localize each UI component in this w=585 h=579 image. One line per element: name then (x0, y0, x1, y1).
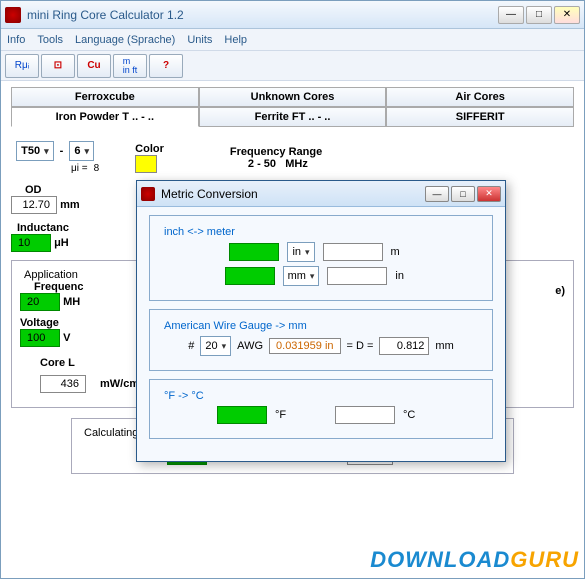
minimize-button[interactable]: — (498, 6, 524, 24)
inch-meter-legend: inch <-> meter (160, 226, 239, 238)
dialog-minimize-button[interactable]: — (425, 186, 449, 202)
awg-inches-output: 0.031959 in (269, 338, 341, 354)
tool-help-icon[interactable]: ? (149, 54, 183, 78)
dialog-title: Metric Conversion (161, 187, 423, 201)
fahrenheit-input[interactable] (217, 406, 267, 424)
celsius-output (335, 406, 395, 424)
mu-value: 8 (94, 163, 100, 174)
awg-fieldset: American Wire Gauge -> mm # 20 AWG 0.031… (149, 309, 493, 371)
temp-fieldset: °F -> °C °F °C (149, 379, 493, 439)
menu-info[interactable]: Info (7, 34, 25, 46)
dialog-close-button[interactable]: ✕ (477, 186, 501, 202)
toolbar: Rμᵢ ⊡ Cu m in ft ? (1, 51, 584, 81)
inductance-input[interactable]: 10 (11, 234, 51, 252)
awg-select[interactable]: 20 (200, 336, 231, 356)
inductance-unit: μH (54, 237, 69, 249)
tool-units-icon[interactable]: m in ft (113, 54, 147, 78)
dash-label: - (60, 145, 64, 157)
tab-sifferit[interactable]: SIFFERIT (386, 107, 574, 127)
app-icon (5, 7, 21, 23)
od-unit: mm (60, 199, 80, 211)
tab-unknown-cores[interactable]: Unknown Cores (199, 87, 387, 107)
maximize-button[interactable]: □ (526, 6, 552, 24)
menu-units[interactable]: Units (187, 34, 212, 46)
menubar: Info Tools Language (Sprache) Units Help (1, 29, 584, 51)
tab-iron-powder[interactable]: Iron Powder T .. - .. (11, 107, 199, 127)
core-material-select[interactable]: 6 (69, 141, 94, 161)
dialog-titlebar: Metric Conversion — □ ✕ (137, 181, 505, 207)
app-right-fragment: e) (555, 285, 565, 297)
freq-range-unit: MHz (285, 158, 308, 170)
menu-tools[interactable]: Tools (37, 34, 63, 46)
watermark: DOWNLOADGURU (370, 547, 579, 573)
inch-unit-select[interactable]: in (287, 242, 314, 262)
close-button[interactable]: ✕ (554, 6, 580, 24)
dialog-maximize-button[interactable]: □ (451, 186, 475, 202)
dialog-icon (141, 187, 155, 201)
titlebar: mini Ring Core Calculator 1.2 — □ ✕ (1, 1, 584, 29)
menu-language[interactable]: Language (Sprache) (75, 34, 175, 46)
watermark-t2: GURU (510, 547, 579, 572)
tabs-sub: Iron Powder T .. - .. Ferrite FT .. - ..… (11, 107, 574, 127)
awg-mm-output: 0.812 (379, 337, 429, 355)
metric-conversion-dialog: Metric Conversion — □ ✕ inch <-> meter i… (136, 180, 506, 462)
color-swatch (135, 155, 157, 173)
od-value: 12.70 (11, 196, 57, 214)
awg-legend: American Wire Gauge -> mm (160, 320, 311, 332)
awg-mm-unit: mm (435, 340, 453, 352)
core-type-select[interactable]: T50 (16, 141, 54, 161)
meter-unit: m (391, 246, 413, 258)
coreline-label: Core L (40, 357, 75, 369)
inductance-label: Inductanc (17, 222, 69, 234)
fahrenheit-unit: °F (275, 409, 297, 421)
mm-unit-select[interactable]: mm (283, 266, 320, 286)
app-freq-label: Frequenc (34, 281, 84, 293)
dialog-body: inch <-> meter in m mm in American Wire … (137, 207, 505, 461)
watermark-t1: DOWNLOAD (370, 547, 510, 572)
awg-hash: # (188, 340, 194, 352)
tool-calculator-icon[interactable]: Rμᵢ (5, 54, 39, 78)
application-legend: Application (20, 269, 82, 281)
inch-unit: in (395, 270, 417, 282)
meter-output (323, 243, 383, 261)
temp-legend: °F -> °C (160, 390, 208, 402)
mu-label: μi = (71, 163, 88, 174)
inch-output (327, 267, 387, 285)
color-label: Color (135, 143, 164, 155)
mm-input[interactable] (225, 267, 275, 285)
tab-air-cores[interactable]: Air Cores (386, 87, 574, 107)
menu-help[interactable]: Help (224, 34, 247, 46)
app-volt-label: Voltage (20, 317, 84, 329)
awg-eq-label: = D = (347, 340, 374, 352)
awg-label: AWG (237, 340, 263, 352)
od-label: OD (25, 184, 80, 196)
tool-cu-icon[interactable]: Cu (77, 54, 111, 78)
tab-ferrite[interactable]: Ferrite FT .. - .. (199, 107, 387, 127)
inch-meter-fieldset: inch <-> meter in m mm in (149, 215, 493, 301)
freq-range-value: 2 - 50 (248, 158, 276, 170)
window-title: mini Ring Core Calculator 1.2 (27, 8, 496, 22)
tool-chip-icon[interactable]: ⊡ (41, 54, 75, 78)
app-freq-input[interactable]: 20 (20, 293, 60, 311)
freq-range-label: Frequency Range (230, 146, 322, 158)
celsius-unit: °C (403, 409, 425, 421)
tab-ferroxcube[interactable]: Ferroxcube (11, 87, 199, 107)
coreline-v1: 436 (40, 375, 86, 393)
app-freq-unit: MH (63, 296, 80, 308)
inch-input[interactable] (229, 243, 279, 261)
app-volt-input[interactable]: 100 (20, 329, 60, 347)
app-volt-unit: V (63, 332, 70, 344)
tabs-top: Ferroxcube Unknown Cores Air Cores (11, 87, 574, 107)
main-window: mini Ring Core Calculator 1.2 — □ ✕ Info… (0, 0, 585, 579)
